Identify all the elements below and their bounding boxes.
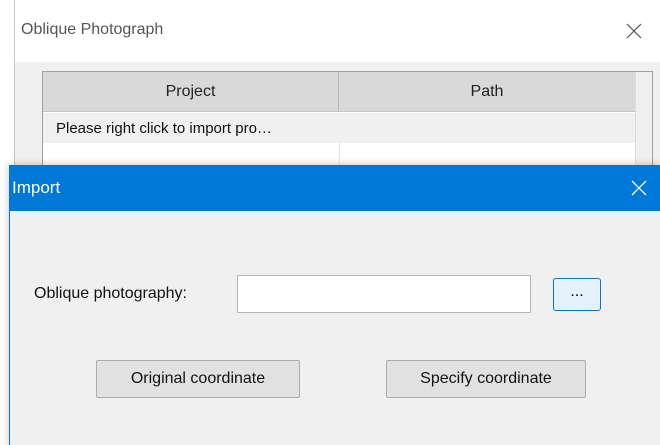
- window-titlebar: Oblique Photograph: [15, 0, 660, 62]
- table-cell-project: Please right click to import pro…: [56, 119, 272, 137]
- import-dialog: Import Oblique photography: ... Original…: [9, 165, 660, 445]
- original-coordinate-button[interactable]: Original coordinate: [96, 360, 300, 398]
- table-header: Project Path: [43, 72, 635, 112]
- oblique-photography-input[interactable]: [237, 275, 531, 313]
- dialog-titlebar[interactable]: Import: [10, 165, 660, 211]
- oblique-photography-label: Oblique photography:: [34, 285, 187, 302]
- column-header-project[interactable]: Project: [43, 72, 339, 111]
- column-header-path[interactable]: Path: [339, 72, 635, 111]
- table-row[interactable]: Please right click to import pro…: [43, 113, 635, 143]
- close-icon[interactable]: [625, 174, 653, 202]
- browse-button[interactable]: ...: [553, 278, 601, 311]
- specify-coordinate-button[interactable]: Specify coordinate: [386, 360, 586, 398]
- close-icon[interactable]: [621, 18, 647, 44]
- dialog-title: Import: [12, 178, 61, 197]
- window-title: Oblique Photograph: [21, 21, 164, 38]
